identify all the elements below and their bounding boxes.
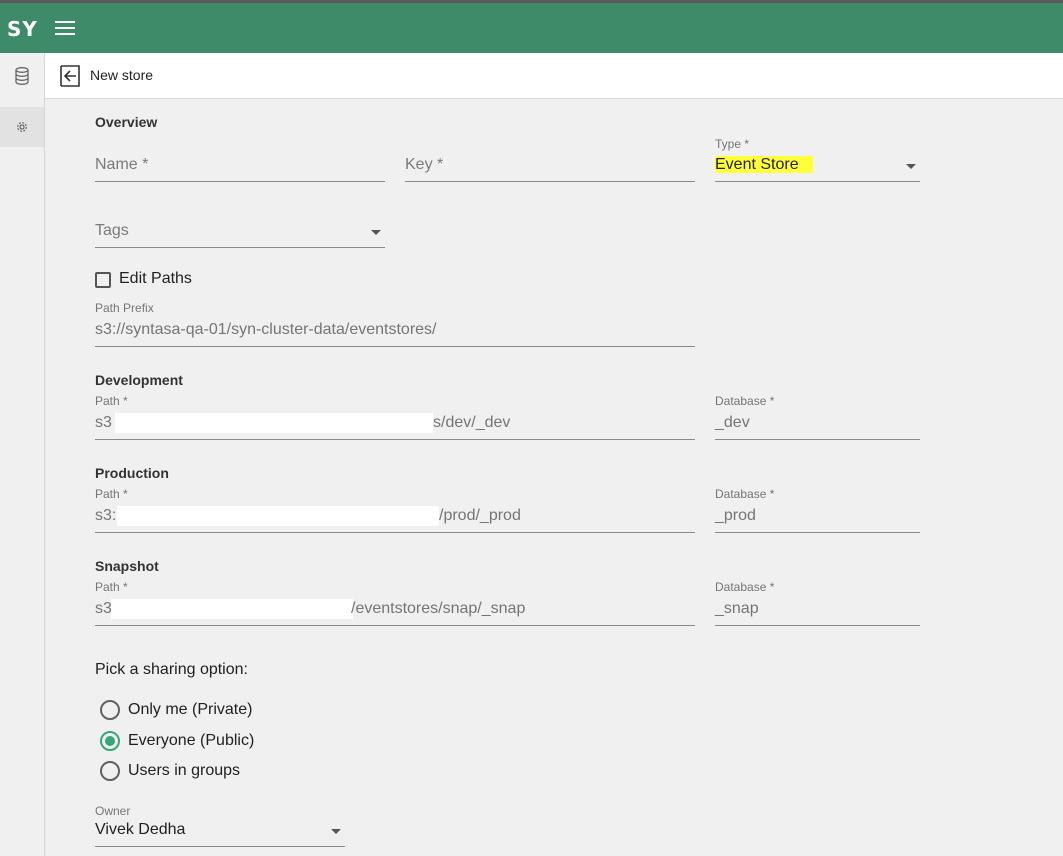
sharing-prompt: Pick a sharing option: [95, 661, 248, 678]
owner-select[interactable]: Owner Vivek Dedha [95, 802, 345, 847]
production-section-title: Production [95, 465, 169, 481]
sharing-public-label: Everyone (Public) [128, 732, 255, 749]
edit-paths-label: Edit Paths [119, 270, 192, 287]
snap-path-field[interactable]: Path * s3 /eventstores/snap/_snap [95, 578, 695, 626]
database-icon [15, 67, 29, 85]
type-value-wrap: Event Store [715, 156, 813, 174]
owner-label: Owner [95, 804, 131, 818]
dev-database-value: _dev [715, 414, 750, 431]
snap-path-label: Path * [95, 580, 128, 594]
snap-database-field[interactable]: Database * _snap [715, 578, 920, 626]
dev-database-label: Database * [715, 394, 775, 408]
type-select[interactable]: Type * Event Store [715, 137, 920, 182]
prod-path-start: s3: [95, 507, 117, 524]
dev-path-end: s/dev/_dev [433, 414, 511, 431]
tags-select[interactable]: Tags [95, 214, 385, 248]
top-app-bar: SY [0, 0, 1063, 53]
sidebar [0, 53, 45, 856]
chevron-down-icon [371, 230, 381, 235]
sharing-groups-label: Users in groups [128, 762, 241, 779]
prod-database-field[interactable]: Database * _prod [715, 485, 920, 533]
sharing-groups-radio[interactable] [100, 761, 120, 781]
prod-database-value: _prod [715, 507, 756, 524]
snap-path-start: s3 [95, 600, 112, 617]
page-title: New store [90, 67, 154, 83]
path-prefix-label: Path Prefix [95, 301, 154, 315]
store-form: Overview Name * Key * Type * Event Store… [45, 99, 1063, 856]
prod-database-label: Database * [715, 487, 775, 501]
overview-section-title: Overview [95, 114, 158, 130]
sharing-private-radio[interactable] [100, 700, 120, 720]
dev-path-field[interactable]: Path * s3 s/dev/_dev [95, 392, 695, 440]
sharing-private-label: Only me (Private) [128, 701, 253, 718]
redaction [117, 506, 439, 526]
dev-path-start: s3 [95, 414, 112, 431]
back-arrow-icon[interactable] [60, 65, 80, 87]
prod-path-label: Path * [95, 487, 128, 501]
tags-placeholder: Tags [95, 222, 129, 239]
prod-path-field[interactable]: Path * s3: /prod/_prod [95, 485, 695, 533]
database-nav-button[interactable] [0, 56, 44, 96]
type-label: Type * [715, 137, 750, 151]
sharing-public-radio[interactable] [100, 731, 120, 751]
redaction [111, 599, 353, 619]
development-section-title: Development [95, 372, 183, 388]
owner-value: Vivek Dedha [95, 821, 186, 838]
gear-icon [17, 122, 27, 132]
dev-database-field[interactable]: Database * _dev [715, 392, 920, 440]
app-logo[interactable]: SY [7, 17, 38, 41]
type-value: Event Store [715, 156, 813, 173]
redaction [115, 413, 433, 433]
path-prefix-value: s3://syntasa-qa-01/syn-cluster-data/even… [95, 321, 437, 338]
page-header: New store [45, 53, 1063, 99]
snap-database-value: _snap [715, 600, 759, 617]
dev-path-label: Path * [95, 394, 128, 408]
snapshot-section-title: Snapshot [95, 558, 159, 574]
name-field[interactable]: Name * [95, 147, 385, 182]
prod-path-end: /prod/_prod [439, 507, 521, 524]
chevron-down-icon [906, 164, 916, 169]
settings-nav-button[interactable] [0, 107, 44, 147]
snap-database-label: Database * [715, 580, 775, 594]
name-placeholder: Name * [95, 156, 149, 173]
chevron-down-icon [331, 829, 341, 834]
hamburger-menu-icon[interactable] [55, 21, 75, 35]
snap-path-end: /eventstores/snap/_snap [351, 600, 526, 617]
key-placeholder: Key * [405, 156, 444, 173]
path-prefix-field: Path Prefix s3://syntasa-qa-01/syn-clust… [95, 299, 695, 347]
key-field[interactable]: Key * [405, 147, 695, 182]
edit-paths-checkbox[interactable] [95, 272, 111, 288]
